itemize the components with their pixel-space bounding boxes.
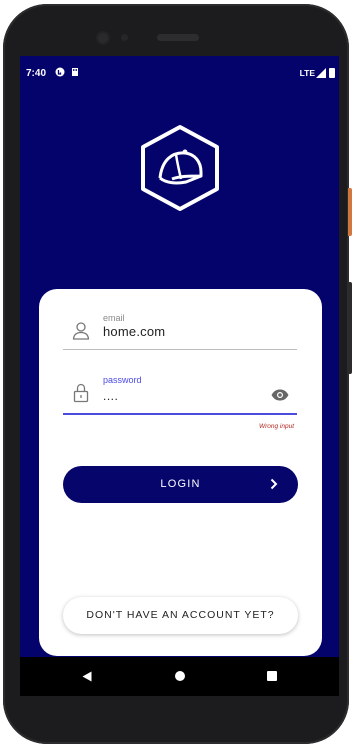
sd-card-icon <box>72 68 78 76</box>
earpiece-speaker <box>157 34 199 41</box>
status-bar: 7:40 LTE <box>20 56 339 90</box>
signup-button-label: DON'T HAVE AN ACCOUNT YET? <box>86 609 275 621</box>
chevron-right-icon <box>270 478 278 490</box>
email-field[interactable]: email home.com <box>63 313 297 350</box>
email-label: email <box>103 313 125 323</box>
signal-icon <box>316 68 326 78</box>
email-input[interactable]: home.com <box>103 324 165 339</box>
proximity-sensor <box>121 34 128 41</box>
navigation-bar <box>20 657 339 696</box>
recents-icon[interactable] <box>267 671 277 681</box>
eye-icon[interactable] <box>271 389 289 401</box>
notification-icon <box>55 67 65 77</box>
password-label: password <box>103 375 142 385</box>
power-button <box>348 188 352 236</box>
home-icon[interactable] <box>175 671 185 681</box>
login-button[interactable]: LOGIN <box>63 466 298 503</box>
status-time: 7:40 <box>26 68 47 79</box>
login-card: email home.com password .... Wrong input <box>39 289 322 656</box>
login-button-label: LOGIN <box>160 478 201 490</box>
user-icon <box>72 322 90 340</box>
lock-icon <box>73 383 89 403</box>
front-camera <box>98 33 108 43</box>
battery-icon <box>329 68 335 78</box>
signup-button[interactable]: DON'T HAVE AN ACCOUNT YET? <box>63 597 298 634</box>
back-icon[interactable] <box>82 671 92 682</box>
password-input[interactable]: .... <box>103 389 118 403</box>
phone-frame: 7:40 LTE email home.com password .... Wr… <box>3 4 349 744</box>
error-message: Wrong input <box>258 423 294 430</box>
network-type: LTE <box>299 68 315 78</box>
app-screen: 7:40 LTE email home.com password .... Wr… <box>20 56 339 696</box>
volume-button <box>348 282 352 374</box>
baseball-cap-hexagon-logo <box>141 125 219 211</box>
password-field[interactable]: password .... <box>63 375 297 415</box>
